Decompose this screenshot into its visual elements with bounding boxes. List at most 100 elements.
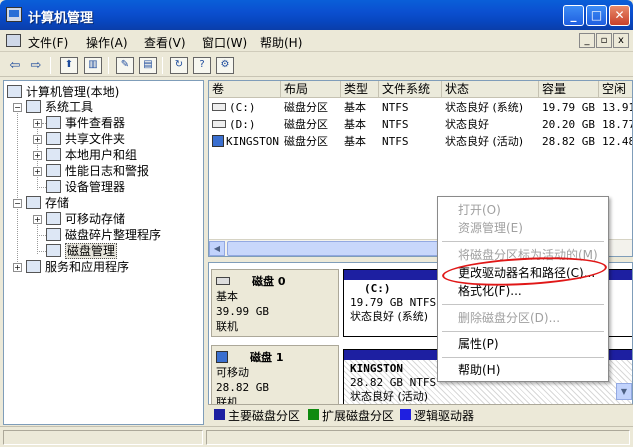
column-header-status[interactable]: 状态	[442, 81, 539, 98]
column-header-capacity[interactable]: 容量	[539, 81, 599, 98]
scroll-down-icon[interactable]: ▼	[616, 383, 632, 400]
show-hide-tree-icon[interactable]: ▥	[84, 57, 102, 74]
usb-drive-icon	[212, 135, 224, 147]
tree-item-storage[interactable]: 存储	[26, 195, 69, 211]
menu-action[interactable]: 操作(A)	[86, 34, 128, 51]
defrag-icon	[46, 228, 61, 241]
column-header-volume[interactable]: 卷	[209, 81, 281, 98]
legend-swatch-primary	[214, 409, 225, 420]
table-row[interactable]: KINGSTON	[209, 134, 281, 150]
cell-layout: 磁盘分区	[284, 135, 328, 148]
expand-icon[interactable]: +	[33, 215, 42, 224]
disk-icon	[216, 277, 230, 285]
cell-type: 基本	[344, 118, 366, 131]
toolbar: ⇦ ⇨ ⬆ ▥ ✎ ▤ ↻ ? ⚙	[0, 53, 633, 77]
menu-file[interactable]: 文件(F)	[28, 34, 68, 51]
menu-item-mark-active[interactable]: 将磁盘分区标为活动的(M)	[440, 246, 606, 264]
collapse-icon[interactable]: −	[13, 103, 22, 112]
child-close-button[interactable]: x	[613, 33, 629, 48]
disk-management-icon	[46, 244, 61, 257]
column-header-free[interactable]: 空闲	[599, 81, 632, 98]
menu-item-format[interactable]: 格式化(F)...	[440, 282, 606, 300]
column-header-filesystem[interactable]: 文件系统	[379, 81, 442, 98]
title-bar: 计算机管理 _ □ ✕	[0, 0, 633, 30]
context-menu: 打开(O) 资源管理(E) 将磁盘分区标为活动的(M) 更改驱动器名和路径(C)…	[437, 196, 609, 382]
export-list-icon[interactable]: ▤	[139, 57, 157, 74]
column-header-layout[interactable]: 布局	[281, 81, 341, 98]
cell-layout: 磁盘分区	[284, 118, 328, 131]
window-title: 计算机管理	[28, 11, 94, 26]
child-minimize-button[interactable]: _	[579, 33, 595, 48]
maximize-button[interactable]: □	[586, 5, 607, 26]
cell-filesystem: NTFS	[382, 118, 409, 131]
computer-management-icon	[6, 7, 22, 22]
tree-item-system-tools[interactable]: 系统工具	[26, 99, 93, 115]
menu-window[interactable]: 窗口(W)	[202, 34, 247, 51]
tree-item-root[interactable]: 计算机管理(本地)	[7, 84, 119, 100]
toolbar-separator	[108, 57, 109, 74]
legend-swatch-extended	[308, 409, 319, 420]
tree-item-perf-logs[interactable]: 性能日志和警报	[46, 163, 149, 179]
tree-item-removable-storage[interactable]: 可移动存储	[46, 211, 125, 227]
cell-status: 状态良好 (活动)	[445, 135, 524, 148]
document-icon[interactable]	[6, 34, 21, 47]
tools-icon	[26, 100, 41, 113]
cell-layout: 磁盘分区	[284, 101, 328, 114]
menu-separator	[442, 357, 604, 358]
tree-item-device-manager[interactable]: 设备管理器	[46, 179, 125, 195]
menu-item-open[interactable]: 打开(O)	[440, 201, 606, 219]
menu-bar: 文件(F) 操作(A) 查看(V) 窗口(W) 帮助(H) _ ▫ x	[0, 30, 633, 52]
up-folder-icon[interactable]: ⬆	[60, 57, 78, 74]
menu-item-properties[interactable]: 属性(P)	[440, 335, 606, 353]
status-segment	[3, 430, 203, 445]
status-segment	[206, 430, 630, 445]
menu-separator	[442, 304, 604, 305]
refresh-icon[interactable]: ↻	[170, 57, 188, 74]
menu-help[interactable]: 帮助(H)	[260, 34, 302, 51]
cell-type: 基本	[344, 135, 366, 148]
tree-item-shared-folders[interactable]: 共享文件夹	[46, 131, 125, 147]
scroll-left-icon[interactable]: ◀	[209, 241, 225, 256]
minimize-button[interactable]: _	[563, 5, 584, 26]
settings-icon[interactable]: ⚙	[216, 57, 234, 74]
menu-item-change-drive-letter[interactable]: 更改驱动器名和路径(C)...	[440, 264, 606, 282]
help-icon[interactable]: ?	[193, 57, 211, 74]
menu-item-delete-partition[interactable]: 删除磁盘分区(D)...	[440, 309, 606, 327]
expand-icon[interactable]: +	[33, 135, 42, 144]
cell-type: 基本	[344, 101, 366, 114]
removable-storage-icon	[46, 212, 61, 225]
tree-item-event-viewer[interactable]: 事件查看器	[46, 115, 125, 131]
services-icon	[26, 260, 41, 273]
forward-arrow-icon[interactable]: ⇨	[27, 57, 45, 74]
disk-0-label[interactable]: 磁盘 0 基本 39.99 GB 联机	[211, 269, 339, 337]
expand-icon[interactable]: +	[33, 151, 42, 160]
properties-icon[interactable]: ✎	[116, 57, 134, 74]
event-viewer-icon	[46, 116, 61, 129]
cell-free: 12.48	[602, 135, 633, 148]
cell-status: 状态良好 (系统)	[445, 101, 524, 114]
menu-item-help[interactable]: 帮助(H)	[440, 361, 606, 379]
expand-icon[interactable]: +	[13, 263, 22, 272]
tree-item-disk-management[interactable]: 磁盘管理	[46, 243, 118, 259]
users-icon	[46, 148, 61, 161]
disk-1-label[interactable]: 磁盘 1 可移动 28.82 GB 联机	[211, 345, 339, 411]
device-manager-icon	[46, 180, 61, 193]
tree-item-defrag[interactable]: 磁盘碎片整理程序	[46, 227, 161, 243]
computer-icon	[7, 85, 22, 98]
expand-icon[interactable]: +	[33, 167, 42, 176]
legend-label-primary: 主要磁盘分区	[228, 409, 301, 423]
child-restore-button[interactable]: ▫	[596, 33, 612, 48]
column-header-type[interactable]: 类型	[341, 81, 379, 98]
menu-view[interactable]: 查看(V)	[144, 34, 186, 51]
legend-label-extended: 扩展磁盘分区	[322, 409, 395, 423]
table-row[interactable]: (D:)	[209, 117, 281, 133]
table-row[interactable]: (C:)	[209, 100, 281, 116]
collapse-icon[interactable]: −	[13, 199, 22, 208]
tree-item-services[interactable]: 服务和应用程序	[26, 259, 129, 275]
menu-item-explore[interactable]: 资源管理(E)	[440, 219, 606, 237]
expand-icon[interactable]: +	[33, 119, 42, 128]
tree-item-local-users[interactable]: 本地用户和组	[46, 147, 137, 163]
close-button[interactable]: ✕	[609, 5, 630, 26]
back-arrow-icon[interactable]: ⇦	[6, 57, 24, 74]
performance-icon	[46, 164, 61, 177]
